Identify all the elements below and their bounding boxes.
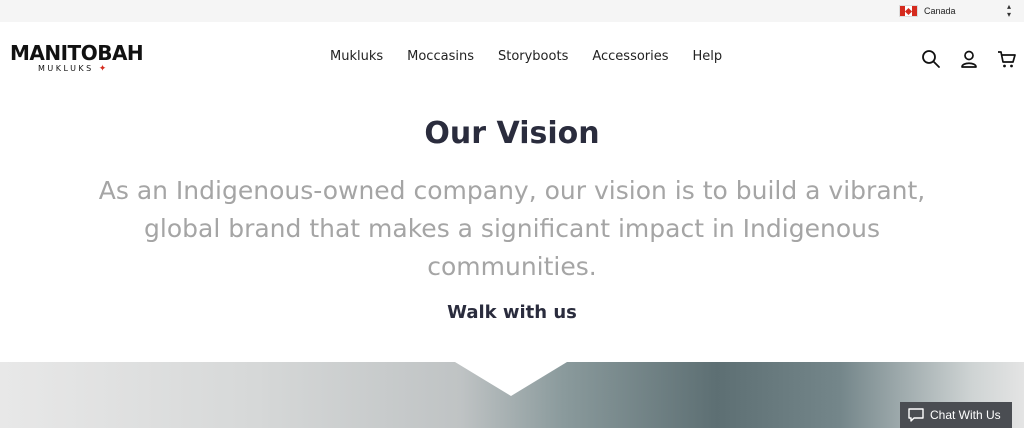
vision-title: Our Vision [424, 116, 600, 151]
nav-item-accessories[interactable]: Accessories [592, 49, 668, 64]
maple-leaf-icon: ✦ [98, 64, 109, 74]
brand-logo[interactable]: MANITOBAH MUKLUKS ✦ [10, 42, 170, 76]
logo-subtitle: MUKLUKS [38, 64, 94, 73]
header-actions [920, 48, 1018, 70]
hero-notch [455, 362, 567, 396]
account-icon[interactable] [958, 48, 980, 70]
chat-label: Chat With Us [930, 408, 1001, 422]
nav-item-mukluks[interactable]: Mukluks [330, 49, 383, 64]
nav-item-storyboots[interactable]: Storyboots [498, 49, 568, 64]
vision-statement: As an Indigenous-owned company, our visi… [98, 176, 926, 281]
cart-icon[interactable] [996, 48, 1018, 70]
country-label: Canada [924, 6, 956, 16]
canada-flag-icon [899, 5, 918, 17]
chat-with-us-button[interactable]: Chat With Us [900, 402, 1012, 428]
nav-item-moccasins[interactable]: Moccasins [407, 49, 474, 64]
updown-caret-icon: ▴ ▾ [1006, 2, 1011, 19]
site-header: MANITOBAH MUKLUKS ✦ Mukluks Moccasins St… [0, 22, 1024, 94]
country-selector[interactable]: Canada ▴ ▾ [899, 2, 1015, 20]
vision-section: Our Vision As an Indigenous-owned compan… [0, 94, 1024, 362]
chat-bubble-icon [908, 408, 924, 422]
main-nav: Mukluks Moccasins Storyboots Accessories… [330, 49, 722, 64]
walk-with-us-link[interactable]: Walk with us [0, 302, 1024, 323]
nav-item-help[interactable]: Help [693, 49, 723, 64]
top-utility-bar: Canada ▴ ▾ [0, 0, 1024, 22]
search-icon[interactable] [920, 48, 942, 70]
logo-wordmark: MANITOBAH [10, 41, 144, 65]
